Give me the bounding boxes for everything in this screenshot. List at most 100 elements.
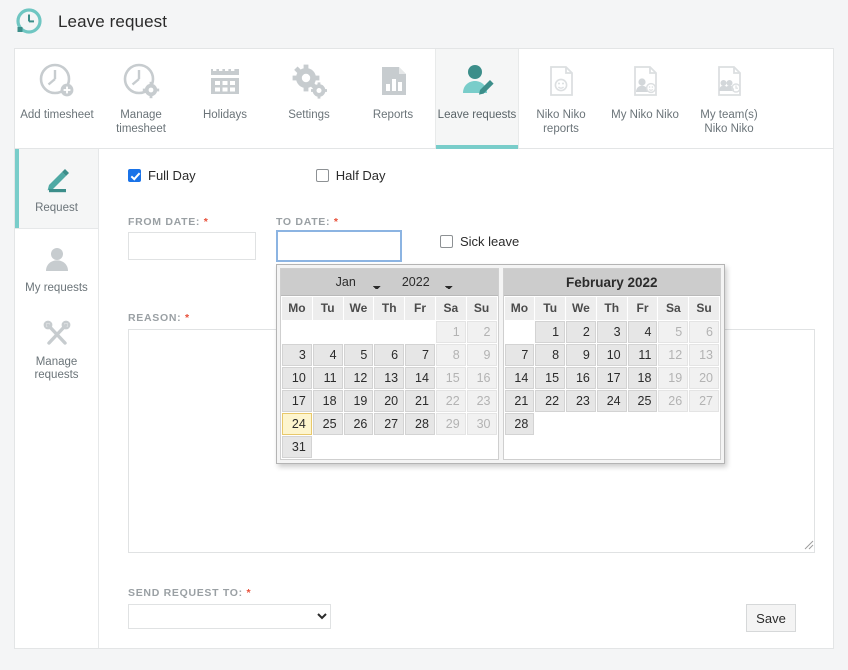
- calendar-day[interactable]: 28: [405, 413, 435, 435]
- calendar-empty-cell: [405, 436, 435, 458]
- calendar-day[interactable]: 4: [627, 321, 658, 343]
- toolbar-item-label: Niko Niko reports: [536, 109, 586, 135]
- calendar-day[interactable]: 10: [596, 344, 627, 366]
- calendar-day[interactable]: 23: [566, 390, 596, 412]
- calendar-day[interactable]: 31: [282, 436, 312, 458]
- main-toolbar: Add timesheet Manage timesheet Holidays …: [14, 48, 834, 149]
- calendar-day[interactable]: 7: [405, 344, 435, 366]
- calendar-day[interactable]: 2: [566, 321, 596, 343]
- calendar-day[interactable]: 18: [312, 390, 343, 412]
- calendar-day-cell: 1: [535, 321, 566, 343]
- save-button[interactable]: Save: [746, 604, 796, 632]
- toolbar-item-leave-requests[interactable]: Leave requests: [435, 49, 519, 149]
- calendar-day[interactable]: 22: [535, 390, 566, 412]
- required-star: *: [333, 216, 339, 228]
- toolbar-item-add-timesheet[interactable]: Add timesheet: [15, 49, 99, 148]
- calendar-day-disabled: 30: [466, 413, 497, 435]
- calendar-day[interactable]: 4: [312, 344, 343, 366]
- calendar-day[interactable]: 20: [374, 390, 405, 412]
- half-day-checkbox[interactable]: [315, 169, 329, 182]
- to-date-label: TO DATE: *: [276, 216, 339, 228]
- toolbar-item-my-niko-niko[interactable]: My Niko Niko: [603, 49, 687, 148]
- calendar-day-cell: 10: [282, 367, 312, 389]
- calendar-day-disabled: 9: [466, 344, 497, 366]
- sick-leave-checkbox[interactable]: [440, 235, 453, 248]
- half-day-checkbox-group[interactable]: Half Day: [315, 168, 386, 183]
- from-date-input[interactable]: [128, 232, 256, 260]
- calendar-day[interactable]: 11: [312, 367, 343, 389]
- to-date-input[interactable]: [276, 230, 402, 262]
- weekday-header: Su: [466, 297, 497, 320]
- full-day-checkbox-group[interactable]: Full Day: [128, 168, 196, 183]
- calendar-day[interactable]: 17: [282, 390, 312, 412]
- toolbar-item-label: Manage timesheet: [116, 109, 166, 135]
- toolbar-item-manage-timesheet[interactable]: Manage timesheet: [99, 49, 183, 148]
- tools-icon: [40, 317, 74, 351]
- toolbar-item-holidays[interactable]: Holidays: [183, 49, 267, 148]
- calendar-day[interactable]: 15: [535, 367, 566, 389]
- calendar-day[interactable]: 9: [566, 344, 596, 366]
- calendar-day[interactable]: 21: [504, 390, 535, 412]
- calendar-day-cell: 2: [566, 321, 596, 343]
- calendar-day[interactable]: 13: [374, 367, 405, 389]
- calendar-day-cell: 19: [658, 367, 689, 389]
- calendar-day[interactable]: 26: [343, 413, 374, 435]
- calendar-day[interactable]: 11: [627, 344, 658, 366]
- toolbar-item-my-teams-niko-niko[interactable]: My team(s) Niko Niko: [687, 49, 771, 148]
- calendar-day[interactable]: 12: [343, 367, 374, 389]
- from-date-label-text: FROM DATE:: [128, 216, 201, 228]
- sidebar-item-manage-requests[interactable]: Manage requests: [15, 309, 98, 389]
- calendar-day-disabled: 15: [435, 367, 466, 389]
- calendar-day[interactable]: 28: [504, 413, 535, 435]
- toolbar-item-label: My team(s) Niko Niko: [700, 109, 758, 135]
- calendar-week-row: 31: [282, 436, 497, 458]
- send-request-to-select[interactable]: [128, 604, 331, 629]
- calendar-day-cell: 11: [312, 367, 343, 389]
- calendar-day-cell: 26: [658, 390, 689, 412]
- calendar-day[interactable]: 17: [596, 367, 627, 389]
- calendar-day[interactable]: 3: [282, 344, 312, 366]
- calendar-day[interactable]: 27: [374, 413, 405, 435]
- calendar-empty-cell: [467, 436, 497, 458]
- calendar-day-disabled: 16: [466, 367, 497, 389]
- calendar-day[interactable]: 7: [504, 344, 535, 366]
- toolbar-item-settings[interactable]: Settings: [267, 49, 351, 148]
- toolbar-item-reports[interactable]: Reports: [351, 49, 435, 148]
- calendar-day[interactable]: 18: [627, 367, 658, 389]
- calendar-day[interactable]: 3: [596, 321, 627, 343]
- full-day-checkbox[interactable]: [128, 169, 141, 182]
- calendar-day-disabled: 19: [658, 367, 689, 389]
- month-select[interactable]: Jan: [322, 275, 385, 289]
- year-select[interactable]: 2022: [390, 275, 457, 289]
- calendar-day[interactable]: 25: [312, 413, 343, 435]
- calendar-day-cell: 24: [282, 413, 312, 435]
- calendar-day-today[interactable]: 24: [282, 413, 312, 435]
- date-picker-month-left: Jan 2022 Mo Tu We Th Fr Sa Su 1 2 3 4 5 6 7 8 9 10 11 12 1…: [280, 268, 499, 460]
- toolbar-item-label: Reports: [372, 109, 414, 121]
- calendar-day[interactable]: 1: [535, 321, 566, 343]
- calendar-day-cell: 12: [343, 367, 374, 389]
- calendar-day[interactable]: 5: [343, 344, 374, 366]
- calendar-empty-cell: [405, 321, 435, 343]
- right-month-title: February 2022: [565, 274, 658, 290]
- calendar-day-cell: 5: [343, 344, 374, 366]
- calendar-day[interactable]: 16: [566, 367, 596, 389]
- calendar-empty-cell: [689, 413, 719, 435]
- pencil-icon: [40, 163, 74, 197]
- calendar-day[interactable]: 10: [282, 367, 312, 389]
- sidebar-item-my-requests[interactable]: My requests: [15, 229, 98, 309]
- calendar-day[interactable]: 21: [405, 390, 435, 412]
- sick-leave-checkbox-group[interactable]: Sick leave: [440, 234, 519, 249]
- calendar-day[interactable]: 24: [596, 390, 627, 412]
- calendar-day[interactable]: 8: [535, 344, 566, 366]
- calendar-day[interactable]: 25: [627, 390, 658, 412]
- calendar-day[interactable]: 14: [504, 367, 535, 389]
- calendar-day[interactable]: 14: [405, 367, 435, 389]
- toolbar-item-niko-niko-reports[interactable]: Niko Niko reports: [519, 49, 603, 148]
- calendar-day[interactable]: 6: [374, 344, 405, 366]
- calendar-table-right: Mo Tu We Th Fr Sa Su 1 2 3 4 5 6 7 8 9 10 11 12 13 14 15 16 17…: [504, 296, 721, 436]
- calendar-empty-cell: [374, 436, 404, 458]
- toolbar-item-label: Holidays: [202, 109, 248, 121]
- calendar-day[interactable]: 19: [343, 390, 374, 412]
- sidebar-item-request[interactable]: Request: [15, 149, 98, 229]
